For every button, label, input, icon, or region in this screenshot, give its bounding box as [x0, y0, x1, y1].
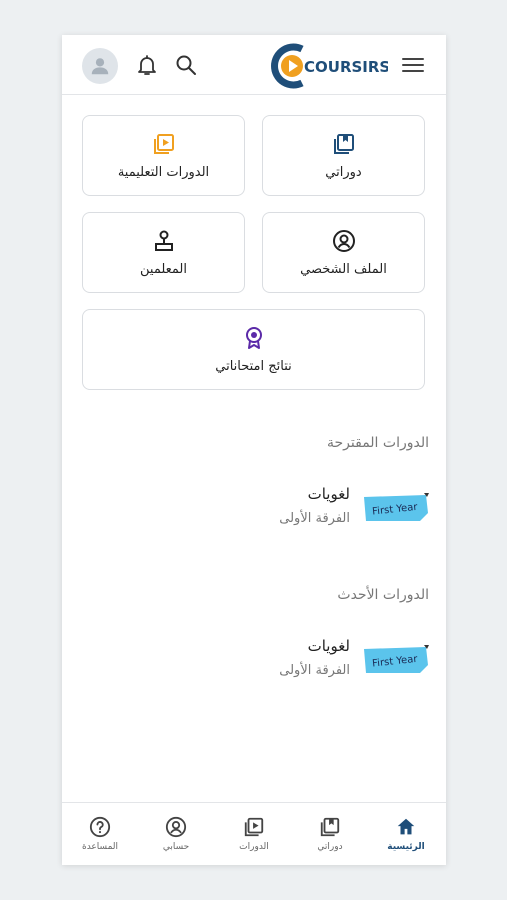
- tile-my-courses[interactable]: دوراتي: [262, 115, 425, 196]
- play-library-icon: [244, 817, 264, 837]
- bottom-nav: الرئيسية دوراتي الدورات حسابي المساعدة: [62, 802, 446, 865]
- play-library-icon: [153, 134, 174, 154]
- bell-icon[interactable]: [135, 53, 159, 77]
- tile-label: نتائج امتحاناتي: [215, 359, 292, 374]
- nav-label: الرئيسية: [387, 842, 425, 852]
- nav-item-courses[interactable]: الدورات: [216, 803, 292, 865]
- nav-label: الدورات: [239, 842, 269, 852]
- course-name: لغويات: [307, 637, 350, 655]
- app-screen: COURSIRS دوراتي الدورات التعليمية الملف …: [62, 35, 446, 865]
- course-subtitle: الفرقة الأولى: [279, 511, 350, 526]
- profile-circle-icon: [332, 230, 355, 252]
- tile-label: دوراتي: [325, 165, 362, 180]
- logo-mark-icon: COURSIRS: [271, 43, 390, 89]
- help-icon: [89, 816, 111, 838]
- tile-profile[interactable]: الملف الشخصي: [262, 212, 425, 293]
- search-icon[interactable]: [174, 53, 198, 77]
- logo-text: COURSIRS: [304, 58, 388, 76]
- top-bar: COURSIRS: [62, 35, 446, 95]
- nav-label: المساعدة: [81, 842, 119, 852]
- bookmark-book-icon: [333, 134, 354, 154]
- brand-logo[interactable]: COURSIRS: [268, 43, 390, 89]
- course-item-latest[interactable]: First Year لغويات الفرقة الأولى: [262, 635, 432, 695]
- award-badge-icon: [245, 327, 262, 349]
- course-subtitle: الفرقة الأولى: [279, 663, 350, 678]
- tile-label: الملف الشخصي: [300, 262, 387, 277]
- tile-exam-results[interactable]: نتائج امتحاناتي: [82, 309, 425, 390]
- course-thumbnail: First Year: [364, 645, 429, 673]
- nav-label: حسابي: [162, 842, 190, 852]
- latest-courses-title: الدورات الأحدث: [337, 587, 429, 603]
- course-thumbnail: First Year: [364, 493, 429, 521]
- avatar[interactable]: [82, 48, 118, 84]
- tile-label: الدورات التعليمية: [117, 165, 210, 180]
- suggested-courses-title: الدورات المقترحة: [327, 435, 429, 451]
- bookmark-book-icon: [320, 817, 340, 837]
- teacher-icon: [154, 230, 173, 251]
- nav-item-home[interactable]: الرئيسية: [368, 803, 444, 865]
- menu-icon[interactable]: [402, 56, 424, 74]
- tile-label: المعلمين: [140, 262, 187, 277]
- tile-teachers[interactable]: المعلمين: [82, 212, 245, 293]
- course-name: لغويات: [307, 485, 350, 503]
- avatar-icon: [91, 58, 109, 75]
- course-item-suggested[interactable]: First Year لغويات الفرقة الأولى: [262, 483, 432, 543]
- nav-label: دوراتي: [317, 842, 343, 852]
- profile-circle-icon: [165, 816, 187, 838]
- nav-item-my-courses[interactable]: دوراتي: [292, 803, 368, 865]
- home-icon: [397, 818, 415, 835]
- nav-item-help[interactable]: المساعدة: [62, 803, 138, 865]
- tile-educational-courses[interactable]: الدورات التعليمية: [82, 115, 245, 196]
- nav-item-account[interactable]: حسابي: [138, 803, 214, 865]
